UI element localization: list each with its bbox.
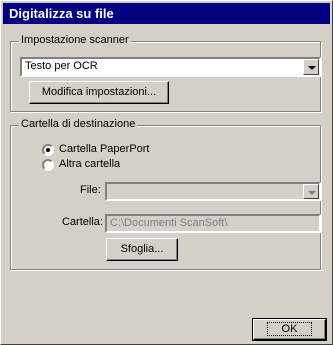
modify-settings-label: Modifica impostazioni... <box>41 86 157 98</box>
file-dropdown[interactable] <box>105 182 321 201</box>
radio-paperport-label[interactable]: Cartella PaperPort <box>59 143 150 155</box>
radio-other-folder[interactable] <box>42 159 54 171</box>
chevron-down-icon[interactable] <box>303 59 319 75</box>
folder-value: C:\Documenti ScanSoft\ <box>110 217 228 229</box>
radio-paperport[interactable] <box>42 144 54 156</box>
browse-button[interactable]: Sfoglia... <box>106 238 178 261</box>
window-title: Digitalizza su file <box>9 6 114 21</box>
file-label: File: <box>80 184 101 196</box>
chevron-down-icon[interactable] <box>303 184 319 199</box>
title-bar: Digitalizza su file <box>3 3 330 24</box>
ok-button[interactable]: OK <box>252 318 327 341</box>
radio-other-folder-label[interactable]: Altra cartella <box>59 158 120 170</box>
modify-settings-button[interactable]: Modifica impostazioni... <box>29 81 169 104</box>
scanner-mode-dropdown[interactable]: Testo per OCR <box>20 57 321 77</box>
scanner-mode-value: Testo per OCR <box>25 60 98 72</box>
folder-field[interactable]: C:\Documenti ScanSoft\ <box>105 214 321 233</box>
folder-label: Cartella: <box>62 216 103 228</box>
ok-label: OK <box>266 322 313 336</box>
destination-label: Cartella di destinazione <box>19 118 138 130</box>
scanner-settings-label: Impostazione scanner <box>19 34 131 46</box>
dialog-window: Digitalizza su file Impostazione scanner… <box>0 0 333 345</box>
browse-label: Sfoglia... <box>120 243 164 255</box>
